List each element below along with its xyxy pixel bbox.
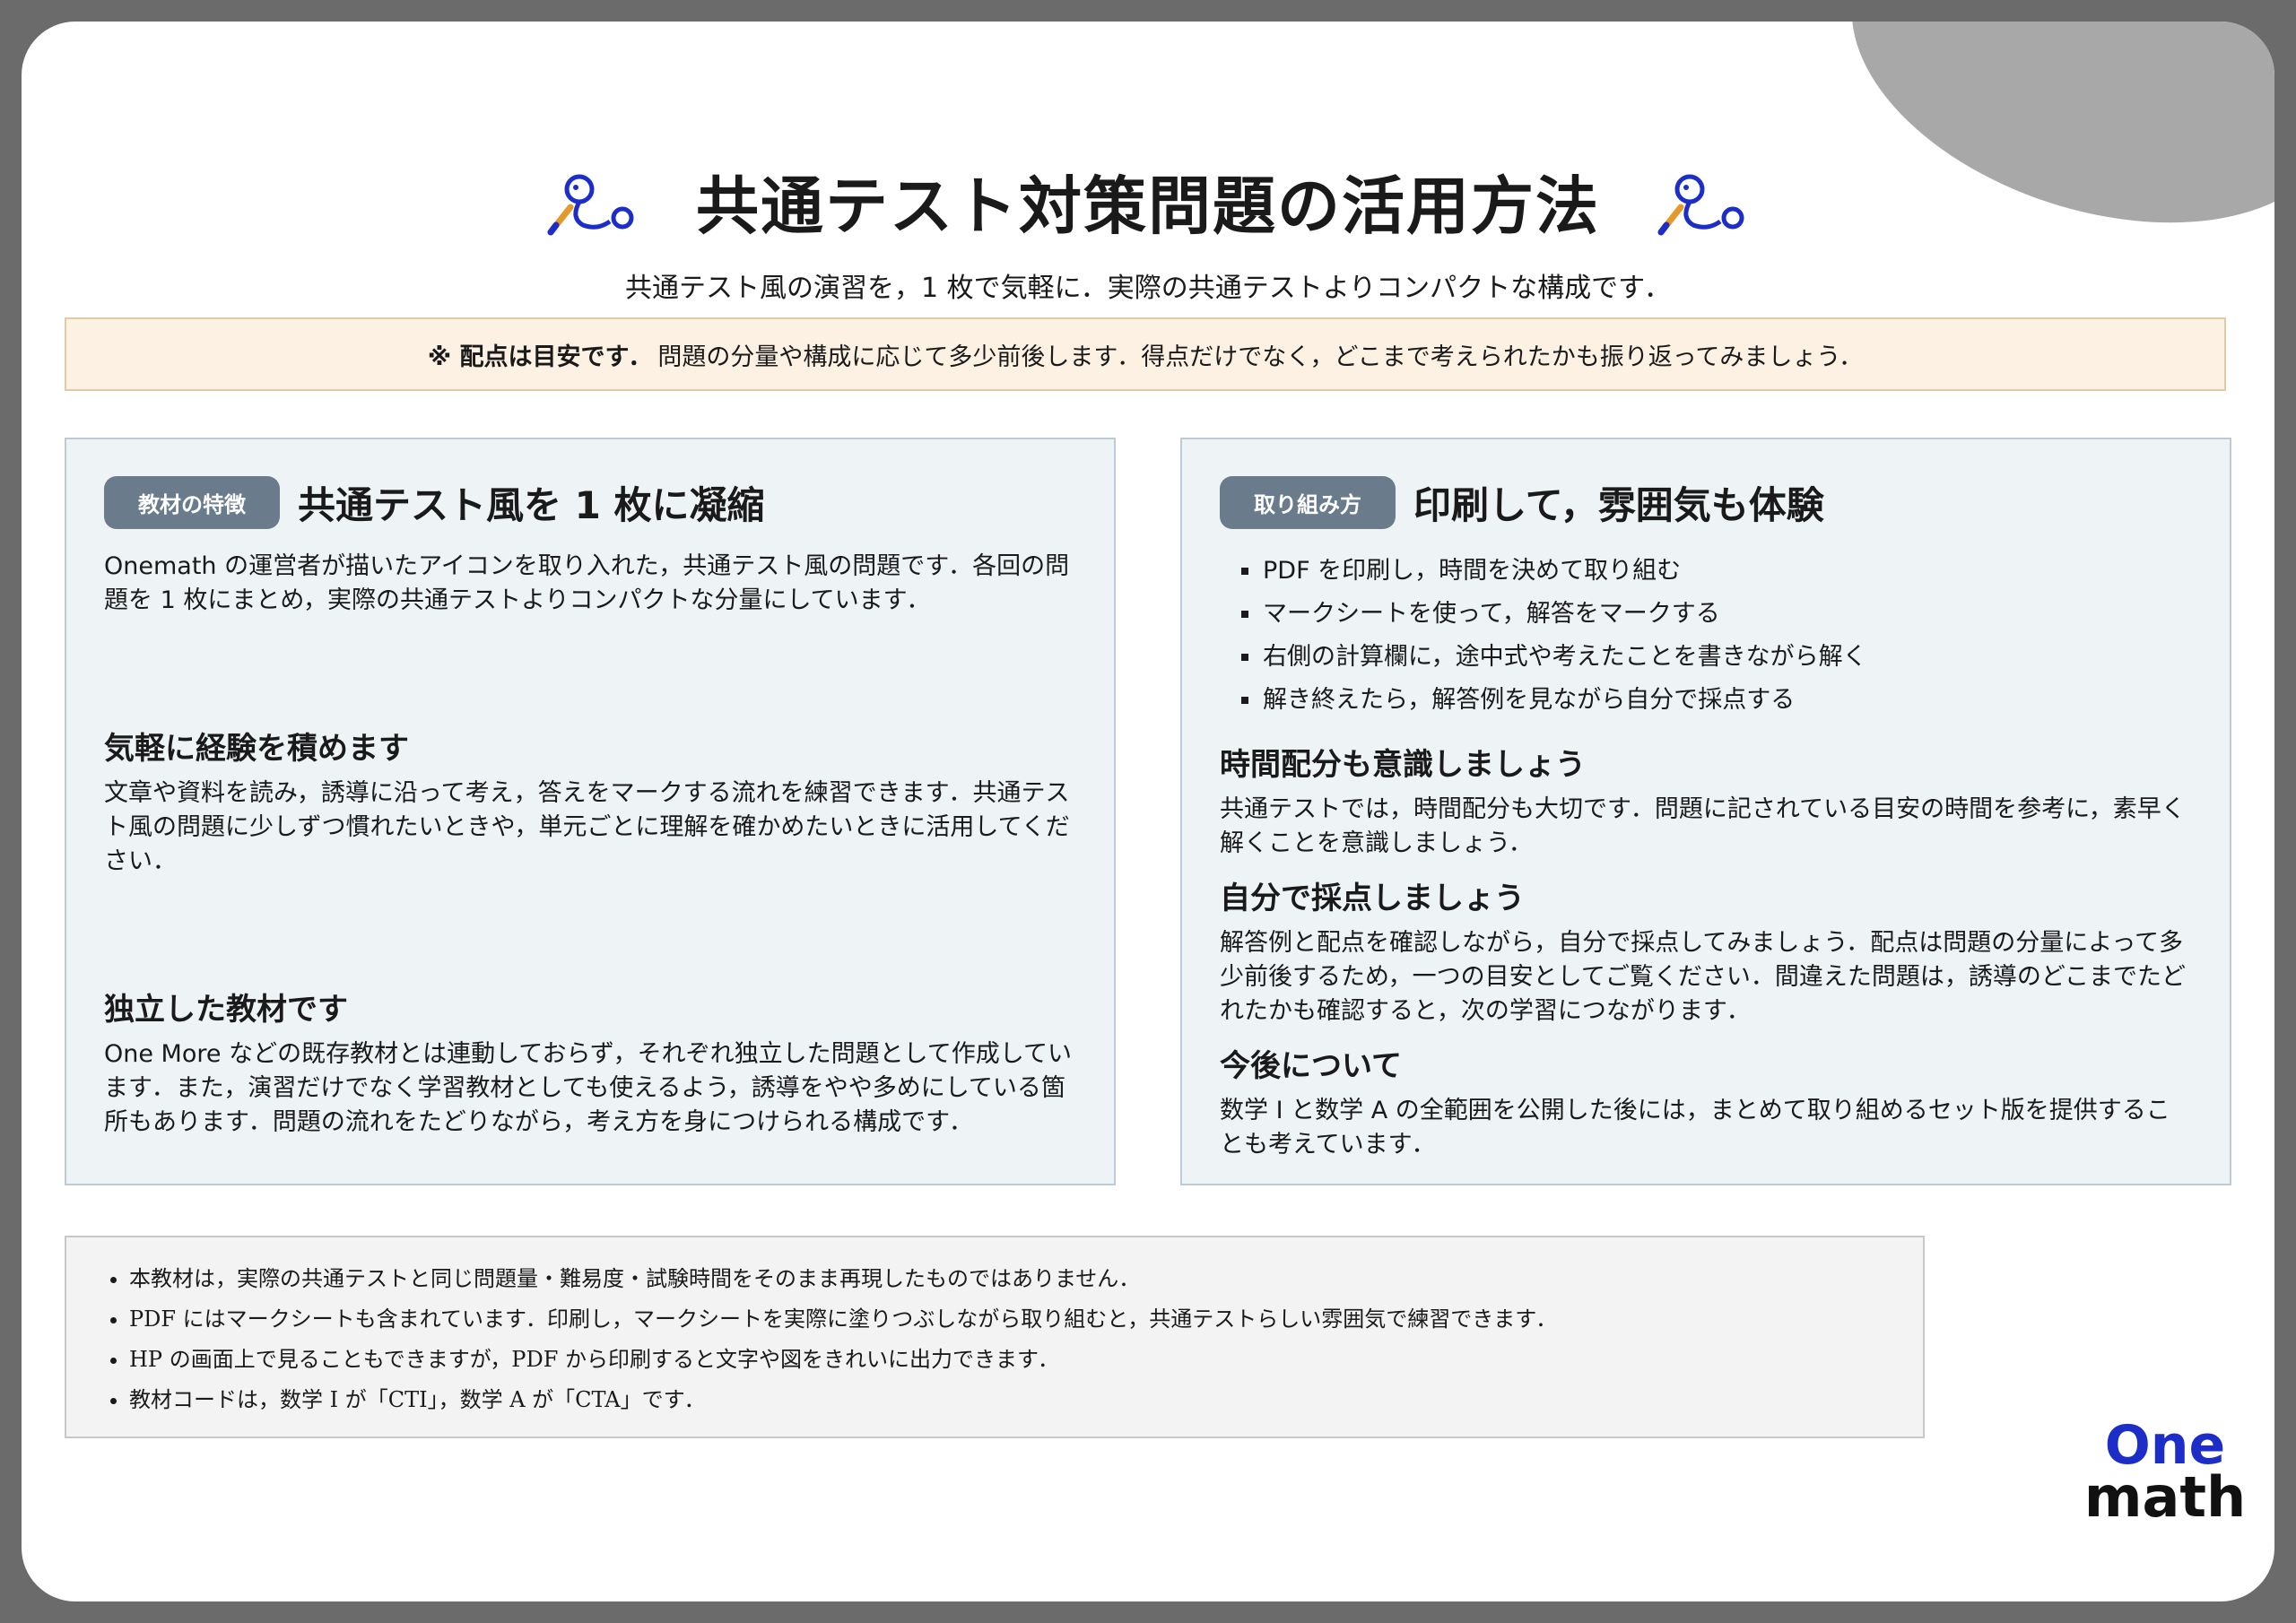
section-text: One More などの既存教材とは連動しておらず，それぞれ独立した問題として作…	[104, 1040, 1072, 1136]
list-item: HP の画面上で見ることもできますが，PDF から印刷すると文字や図をきれいに出…	[129, 1340, 1887, 1380]
mascot-icon	[547, 174, 634, 235]
section-text: 数学 I と数学 A の全範囲を公開した後には，まとめて取り組めるセット版を提供…	[1220, 1097, 2170, 1159]
panel-header: 取り組み方 印刷して，雰囲気も体験	[1220, 475, 2192, 530]
list-item: PDF にはマークシートも含まれています．印刷し，マークシートを実際に塗りつぶし…	[129, 1299, 1887, 1340]
list-item: PDF を印刷し，時間を決めて取り組む	[1241, 550, 2192, 593]
list-item: 解き終えたら，解答例を見ながら自分で採点する	[1241, 679, 2192, 722]
features-tag: 教材の特徴	[104, 476, 280, 529]
section-heading: 今後について	[1220, 1048, 1402, 1084]
features-section: 気軽に経験を積めます 文章や資料を読み，誘導に沿って考え，答えをマークする流れを…	[104, 724, 1076, 879]
features-section: 独立した教材です One More などの既存教材とは連動しておらず，それぞれ独…	[104, 985, 1076, 1140]
steps-list: PDF を印刷し，時間を決めて取り組む マークシートを使って，解答をマークする …	[1220, 550, 2192, 722]
howto-section: 今後について 数学 I と数学 A の全範囲を公開した後には，まとめて取り組める…	[1220, 1041, 2192, 1162]
list-item: 本教材は，実際の共通テストと同じ問題量・難易度・試験時間をそのまま再現したもので…	[129, 1259, 1887, 1299]
features-panel: 教材の特徴 共通テスト風を 1 枚に凝縮 Onemath の運営者が描いたアイコ…	[65, 438, 1116, 1185]
section-heading: 時間配分も意識しましょう	[1220, 747, 1586, 783]
list-item: 右側の計算欄に，途中式や考えたことを書きながら解く	[1241, 636, 2192, 679]
panel-header: 教材の特徴 共通テスト風を 1 枚に凝縮	[104, 475, 1076, 530]
notice-text: 問題の分量や構成に応じて多少前後します．得点だけでなく，どこまで考えられたかも振…	[657, 343, 1864, 371]
features-intro: Onemath の運営者が描いたアイコンを取り入れた，共通テスト風の問題です．各…	[104, 552, 1070, 614]
section-text: 文章や資料を読み，誘導に沿って考え，答えをマークする流れを練習できます．共通テス…	[104, 779, 1070, 875]
notice-banner: ※ 配点は目安です． 問題の分量や構成に応じて多少前後します．得点だけでなく，ど…	[65, 317, 2226, 391]
notice-bold: ※ 配点は目安です．	[427, 343, 653, 371]
list-item: 教材コードは，数学 I が「CTI」，数学 A が「CTA」です．	[129, 1380, 1887, 1420]
howto-heading: 印刷して，雰囲気も体験	[1413, 483, 1824, 527]
section-text: 解答例と配点を確認しながら，自分で採点してみましょう．配点は問題の分量によって多…	[1220, 929, 2187, 1025]
howto-section: 自分で採点しましょう 解答例と配点を確認しながら，自分で採点してみましょう．配点…	[1220, 873, 2192, 1028]
page-frame: 共通テスト対策問題の活用方法 共通テスト風の演習を，1 枚で気軽に．実際の共通テ…	[22, 22, 2274, 1601]
howto-tag: 取り組み方	[1220, 476, 1396, 529]
footnote-list: 本教材は，実際の共通テストと同じ問題量・難易度・試験時間をそのまま再現したもので…	[102, 1259, 1887, 1420]
features-heading: 共通テスト風を 1 枚に凝縮	[298, 483, 765, 527]
title-row: 共通テスト対策問題の活用方法	[22, 156, 2274, 247]
howto-section: 時間配分も意識しましょう 共通テストでは，時間配分も大切です．問題に記されている…	[1220, 740, 2192, 861]
howto-panel: 取り組み方 印刷して，雰囲気も体験 PDF を印刷し，時間を決めて取り組む マー…	[1180, 438, 2231, 1185]
list-item: マークシートを使って，解答をマークする	[1241, 593, 2192, 636]
section-heading: 気軽に経験を積めます	[104, 731, 409, 767]
page-title: 共通テスト対策問題の活用方法	[696, 169, 1600, 243]
mascot-icon	[1657, 174, 1744, 235]
logo-line2: math	[2083, 1464, 2247, 1530]
page-subtitle: 共通テスト風の演習を，1 枚で気軽に．実際の共通テストよりコンパクトな構成です．	[625, 273, 1671, 304]
section-text: 共通テストでは，時間配分も大切です．問題に記されている目安の時間を参考に，素早く…	[1220, 795, 2186, 857]
section-heading: 自分で採点しましょう	[1220, 881, 1525, 916]
onemath-logo: One math	[2075, 1419, 2255, 1530]
section-heading: 独立した教材です	[104, 992, 348, 1028]
footnote-box: 本教材は，実際の共通テストと同じ問題量・難易度・試験時間をそのまま再現したもので…	[65, 1236, 1925, 1438]
